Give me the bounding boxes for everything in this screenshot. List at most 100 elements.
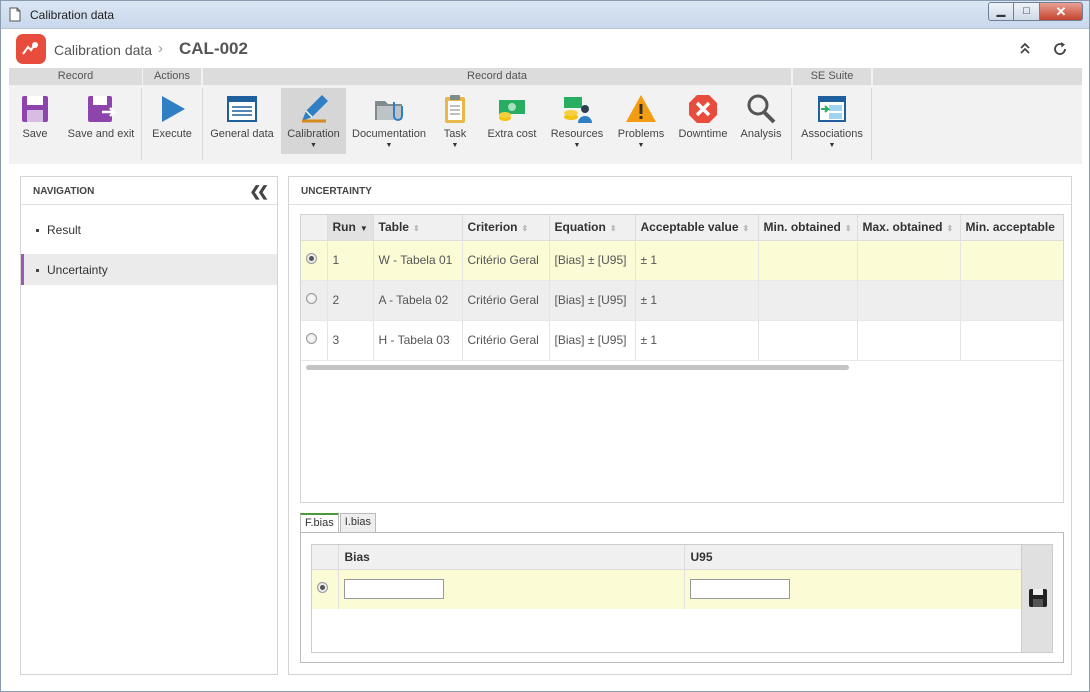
maximize-button[interactable]: □ <box>1014 2 1040 21</box>
task-button[interactable]: Task ▼ <box>434 88 476 154</box>
bias-panel: Bias U95 <box>300 532 1064 663</box>
column-header-run[interactable]: Run ▼ <box>327 215 374 241</box>
column-header-equation[interactable]: Equation ⬍ <box>549 215 636 241</box>
extra-cost-button[interactable]: Extra cost <box>483 88 541 154</box>
column-header-label: Min. obtained <box>763 220 841 235</box>
general-data-button[interactable]: General data <box>207 88 277 154</box>
cell-acceptable-value: ± 1 <box>635 280 759 321</box>
ribbon-toolbar: Record Actions Record data SE Suite Save… <box>9 68 1082 164</box>
group-empty <box>873 68 1082 85</box>
row-select-cell[interactable] <box>301 240 328 281</box>
row-radio[interactable] <box>306 333 317 344</box>
navigation-title: NAVIGATION <box>33 186 95 197</box>
u95-cell <box>684 569 1023 609</box>
chevron-down-icon: ▼ <box>310 142 317 149</box>
divider <box>871 88 872 160</box>
minimize-icon: ▁ <box>996 5 1006 17</box>
save-disk-icon[interactable] <box>1028 588 1048 611</box>
resources-button[interactable]: Resources ▼ <box>547 88 607 154</box>
row-select-cell[interactable] <box>312 569 339 609</box>
cell-equation: [Bias] ± [U95] <box>549 280 636 321</box>
horizontal-scrollbar[interactable] <box>306 365 849 370</box>
cell-criterion: Critério Geral <box>462 280 550 321</box>
save-column <box>1021 545 1052 652</box>
bias-input[interactable] <box>343 579 444 600</box>
row-radio[interactable] <box>317 582 328 594</box>
analysis-button[interactable]: Analysis <box>737 88 785 154</box>
double-chevron-left-icon[interactable]: ❮❮ <box>250 183 270 200</box>
save-and-exit-button[interactable]: Save and exit <box>63 88 139 154</box>
column-header-acceptable-value[interactable]: Acceptable value ⬍ <box>635 215 759 241</box>
column-header-table[interactable]: Table ⬍ <box>373 215 463 241</box>
stop-x-icon <box>689 95 717 123</box>
table-row[interactable]: 1 W - Tabela 01 Critério Geral [Bias] ± … <box>301 240 1063 281</box>
tab-i-bias[interactable]: I.bias <box>339 513 377 532</box>
downtime-button[interactable]: Downtime <box>675 88 731 154</box>
problems-label: Problems <box>617 128 665 140</box>
cell-acceptable-value: ± 1 <box>635 240 759 281</box>
cell-min-obtained <box>758 280 858 321</box>
folder-clip-icon <box>375 101 403 121</box>
cell-table: A - Tabela 02 <box>373 280 463 321</box>
collapse-up-icon[interactable] <box>1016 41 1034 59</box>
warning-icon <box>626 95 656 122</box>
u95-input[interactable] <box>689 579 790 600</box>
sort-icon: ⬍ <box>521 224 529 234</box>
select-column-header <box>301 215 328 241</box>
column-header-label: Max. obtained <box>862 220 943 235</box>
cell-min-acceptable <box>960 240 1063 281</box>
row-select-cell[interactable] <box>301 280 328 321</box>
calibration-button[interactable]: Calibration ▼ <box>281 88 346 154</box>
form-icon <box>227 96 257 122</box>
cell-min-obtained <box>758 240 858 281</box>
cell-run: 2 <box>327 280 374 321</box>
nav-item-uncertainty[interactable]: Uncertainty <box>21 254 277 285</box>
row-select-cell[interactable] <box>301 320 328 361</box>
close-button[interactable]: ✕ <box>1040 2 1083 21</box>
analysis-label: Analysis <box>740 128 782 140</box>
minimize-button[interactable]: ▁ <box>988 2 1014 21</box>
uncertainty-panel: UNCERTAINTY Run ▼ Table ⬍ Criterion ⬍ Equat… <box>288 176 1072 675</box>
column-header-u95: U95 <box>684 545 1023 570</box>
app-window: Calibration data ▁ □ ✕ Calibration data … <box>0 0 1090 692</box>
row-radio[interactable] <box>306 253 317 264</box>
refresh-icon[interactable] <box>1051 41 1069 59</box>
sort-icon: ⬍ <box>609 224 617 234</box>
nav-item-result[interactable]: Result <box>21 214 277 245</box>
execute-label: Execute <box>152 128 192 140</box>
divider <box>141 88 142 160</box>
save-button[interactable]: Save <box>13 88 57 154</box>
bias-header-row: Bias U95 <box>312 545 1023 570</box>
cell-run: 1 <box>327 240 374 281</box>
row-radio[interactable] <box>306 293 317 304</box>
money-icon <box>499 100 525 121</box>
column-header-label: Acceptable value <box>640 220 739 235</box>
breadcrumb-separator-icon: › <box>158 40 163 57</box>
column-header-max-obtained[interactable]: Max. obtained ⬍ <box>857 215 961 241</box>
chevron-down-icon: ▼ <box>451 142 459 149</box>
navigation-header: NAVIGATION ❮❮ <box>21 177 277 205</box>
sort-icon: ⬍ <box>844 224 852 234</box>
associations-label: Associations <box>801 128 863 140</box>
column-header-min-obtained[interactable]: Min. obtained ⬍ <box>758 215 858 241</box>
documentation-button[interactable]: Documentation ▼ <box>350 88 428 154</box>
problems-button[interactable]: Problems ▼ <box>613 88 669 154</box>
uncertainty-title: UNCERTAINTY <box>301 186 372 197</box>
maximize-icon: □ <box>1023 5 1030 17</box>
bias-row[interactable] <box>312 569 1023 609</box>
sub-tabs: F.bias I.bias <box>300 513 377 533</box>
save-icon <box>22 96 48 122</box>
associations-button[interactable]: Associations ▼ <box>797 88 867 154</box>
grid-header-row: Run ▼ Table ⬍ Criterion ⬍ Equation ⬍ Accepta… <box>301 215 1063 241</box>
downtime-label: Downtime <box>678 128 728 140</box>
group-record-data-label: Record data <box>203 68 791 85</box>
tab-f-bias[interactable]: F.bias <box>300 513 339 533</box>
column-header-min-acceptable[interactable]: Min. acceptable <box>960 215 1063 241</box>
column-header-criterion[interactable]: Criterion ⬍ <box>462 215 550 241</box>
divider <box>202 88 203 160</box>
breadcrumb-root[interactable]: Calibration data <box>54 42 152 58</box>
table-row[interactable]: 2 A - Tabela 02 Critério Geral [Bias] ± … <box>301 280 1063 321</box>
uncertainty-grid: Run ▼ Table ⬍ Criterion ⬍ Equation ⬍ Accepta… <box>300 214 1064 503</box>
table-row[interactable]: 3 H - Tabela 03 Critério Geral [Bias] ± … <box>301 320 1063 361</box>
execute-button[interactable]: Execute <box>147 88 197 154</box>
